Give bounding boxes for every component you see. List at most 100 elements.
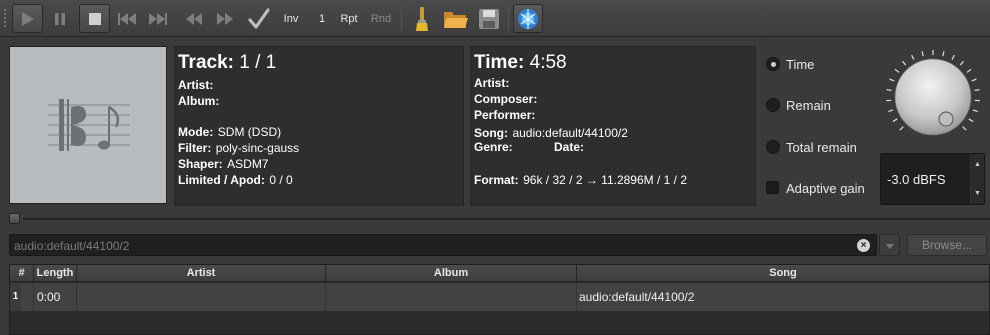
previous-track-icon (118, 12, 136, 25)
mode-label: Mode: (178, 125, 214, 139)
fast-forward-icon (217, 12, 233, 25)
open-button[interactable] (441, 4, 471, 33)
column-header-number[interactable]: # (10, 265, 34, 282)
knob-tick (942, 51, 945, 57)
knob-tick (959, 60, 964, 66)
remain-radio-label[interactable]: Remain (786, 98, 831, 113)
invert-button[interactable]: Inv (280, 4, 302, 33)
stop-button[interactable] (79, 4, 110, 33)
network-button[interactable] (513, 4, 543, 33)
total-remain-radio-label[interactable]: Total remain (786, 140, 857, 155)
knob-tick (888, 109, 894, 113)
pause-icon (55, 12, 65, 25)
knob-tick (911, 54, 915, 60)
track-value: 1 / 1 (239, 52, 277, 73)
time-radio[interactable] (766, 57, 780, 71)
format-value: 96k / 32 / 2 → 11.2896M / 1 / 2 (523, 173, 687, 187)
volume-knob-dial (886, 50, 980, 136)
save-icon (479, 8, 499, 29)
spin-down-icon[interactable]: ▼ (971, 190, 984, 197)
composer-label: Composer: (474, 92, 538, 106)
mode-value: SDM (DSD) (217, 125, 282, 139)
artist-label: Artist: (178, 78, 214, 92)
knob-tick (974, 89, 980, 92)
time-line: Time: 4:58 (474, 52, 567, 74)
seek-handle[interactable] (9, 213, 20, 224)
knob-tick (971, 78, 977, 82)
rewind-icon (186, 12, 202, 25)
limited-line: Limited / Apod: 0 / 0 (178, 171, 293, 189)
adaptive-gain-checkbox[interactable] (766, 181, 779, 194)
column-header-song[interactable]: Song (577, 265, 989, 282)
music-notation-icon (48, 99, 130, 151)
knob-tick (972, 109, 978, 113)
fast-forward-button[interactable] (213, 4, 237, 33)
clear-icon[interactable]: × (857, 239, 870, 252)
cover-art (9, 46, 167, 204)
url-field[interactable]: audio:default/44100/2 × (9, 234, 877, 256)
seek-bar[interactable] (9, 213, 990, 225)
track-line: Track: 1 / 1 (178, 52, 276, 74)
limited-label: Limited / Apod: (178, 173, 265, 187)
volume-knob[interactable] (881, 45, 985, 149)
column-header-length[interactable]: Length (34, 265, 77, 282)
format-label: Format: (474, 173, 519, 187)
volume-spinbox[interactable]: -3.0 dBFS ▲ ▼ (880, 153, 985, 205)
spinbox-arrows[interactable]: ▲ ▼ (970, 154, 984, 204)
knob-tick (921, 51, 924, 57)
network-globe-icon (518, 8, 538, 29)
count-button[interactable]: 1 (315, 4, 329, 33)
toolbar: Inv 1 Rpt Rnd (0, 0, 990, 37)
url-value[interactable]: audio:default/44100/2 (14, 239, 129, 253)
next-track-button[interactable] (146, 4, 170, 33)
table-row[interactable]: 0:00 audio:default/44100/2 (10, 283, 989, 311)
album-line: Album: (178, 92, 219, 110)
previous-track-button[interactable] (115, 4, 139, 33)
check-icon (248, 7, 270, 29)
clean-button[interactable] (409, 4, 435, 33)
date-label: Date: (554, 140, 585, 154)
seek-track[interactable] (23, 218, 990, 220)
shaper-label: Shaper: (178, 157, 223, 171)
filter-label: Filter: (178, 141, 212, 155)
artist-label: Artist: (474, 76, 510, 90)
knob-tick (894, 68, 900, 73)
format-line: Format: 96k / 32 / 2 → 11.2896M / 1 / 2 (474, 171, 687, 189)
toolbar-separator (401, 6, 402, 31)
length-cell: 0:00 (34, 283, 77, 311)
brush-icon (416, 6, 428, 31)
url-history-dropdown[interactable] (879, 234, 900, 256)
total-remain-radio[interactable] (766, 140, 780, 154)
remain-radio[interactable] (766, 98, 780, 112)
browse-button[interactable]: Browse... (907, 234, 987, 256)
spin-up-icon[interactable]: ▲ (971, 161, 984, 168)
rewind-button[interactable] (182, 4, 206, 33)
playlist-table: # Length Artist Album Song 0:00 audio:de… (9, 264, 990, 335)
stop-icon (88, 12, 101, 25)
volume-value[interactable]: -3.0 dBFS (887, 172, 946, 187)
play-icon (21, 11, 34, 26)
play-button[interactable] (12, 4, 43, 33)
shaper-value: ASDM7 (227, 157, 269, 171)
knob-tick (899, 126, 904, 131)
time-info-panel: Time: 4:58 Artist: Composer: Performer: … (470, 46, 756, 206)
column-header-artist[interactable]: Artist (77, 265, 326, 282)
random-button[interactable]: Rnd (369, 4, 393, 33)
save-button[interactable] (476, 4, 502, 33)
knob-tick (902, 60, 907, 66)
adaptive-gain-label[interactable]: Adaptive gain (786, 181, 865, 196)
knob-tick (966, 68, 972, 73)
repeat-button[interactable]: Rpt (338, 4, 360, 33)
row-number: 1 (10, 283, 21, 311)
verify-button[interactable] (246, 4, 272, 33)
toolbar-grip[interactable] (3, 8, 7, 28)
song-value: audio:default/44100/2 (512, 126, 628, 140)
knob-tick (968, 118, 974, 123)
time-value: 4:58 (529, 52, 567, 73)
next-track-icon (149, 12, 167, 25)
time-radio-label[interactable]: Time (786, 57, 814, 72)
time-label: Time: (474, 52, 525, 73)
column-header-album[interactable]: Album (326, 265, 577, 282)
artist-cell (77, 283, 326, 311)
pause-button[interactable] (48, 4, 72, 33)
